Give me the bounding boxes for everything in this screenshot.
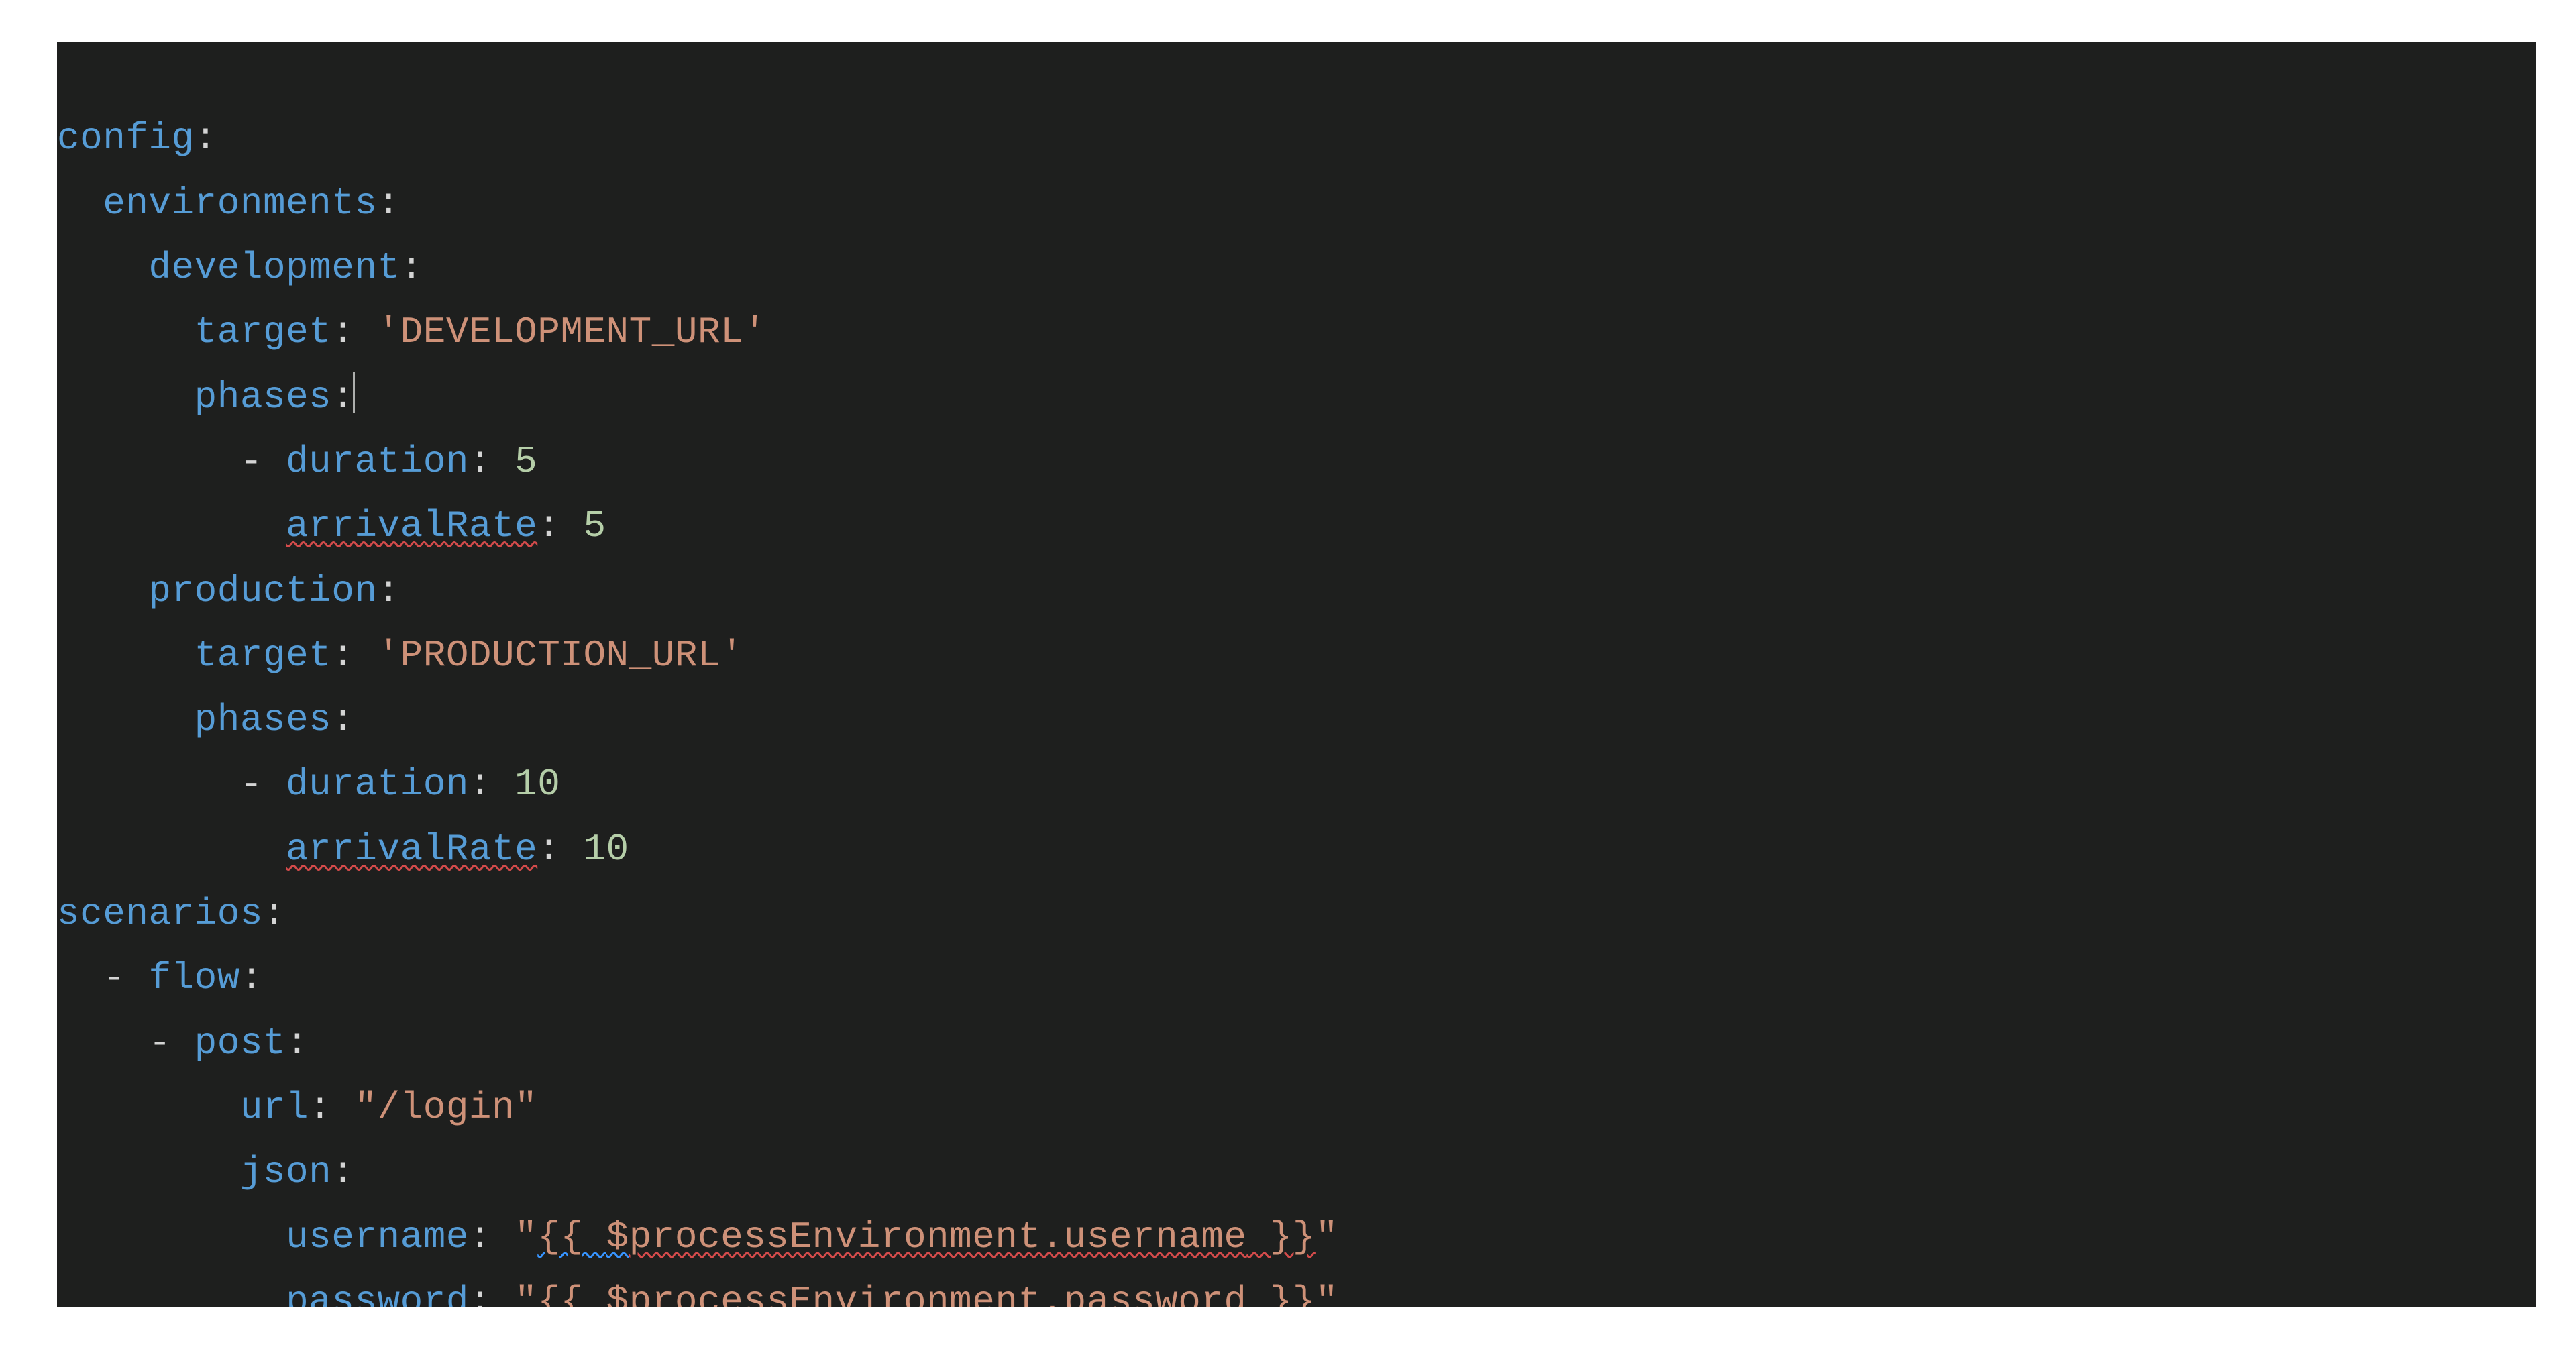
yaml-key: json	[240, 1150, 331, 1193]
yaml-string: 'PRODUCTION_URL'	[378, 634, 744, 677]
yaml-string: $	[606, 1216, 629, 1258]
yaml-key: environments	[103, 182, 377, 225]
yaml-string: "	[1316, 1280, 1338, 1307]
yaml-string: 'DEVELOPMENT_URL'	[378, 311, 767, 354]
yaml-number: 10	[515, 763, 560, 806]
yaml-string: "	[1316, 1216, 1338, 1258]
yaml-string: "	[515, 1216, 537, 1258]
yaml-key: flow	[148, 957, 239, 1000]
yaml-number: 10	[583, 828, 629, 871]
yaml-key: phases	[195, 698, 332, 741]
yaml-key: username	[286, 1216, 469, 1258]
yaml-key: scenarios	[57, 892, 263, 935]
yaml-string: {{	[537, 1216, 606, 1258]
yaml-string: processEnvironment.username	[629, 1216, 1247, 1258]
text-cursor	[353, 372, 355, 413]
yaml-key: config	[57, 117, 195, 160]
yaml-key: post	[195, 1022, 286, 1065]
yaml-string: }}	[1247, 1216, 1316, 1258]
code-block: config: environments: development: targe…	[57, 106, 2536, 1307]
yaml-string: processEnvironment.password	[629, 1280, 1247, 1307]
yaml-key: duration	[286, 440, 469, 483]
yaml-key: arrivalRate	[286, 504, 537, 547]
yaml-key: arrivalRate	[286, 828, 537, 871]
yaml-string: {{	[537, 1280, 606, 1307]
yaml-key: phases	[195, 376, 332, 419]
yaml-string: "	[515, 1280, 537, 1307]
yaml-key: target	[195, 311, 332, 354]
yaml-string: $	[606, 1280, 629, 1307]
yaml-string: }}	[1247, 1280, 1316, 1307]
yaml-key: duration	[286, 763, 469, 806]
yaml-key: password	[286, 1280, 469, 1307]
yaml-key: url	[240, 1086, 309, 1129]
yaml-number: 5	[515, 440, 537, 483]
code-editor[interactable]: config: environments: development: targe…	[57, 42, 2536, 1307]
yaml-key: development	[148, 246, 400, 289]
yaml-string: "/login"	[354, 1086, 537, 1129]
yaml-number: 5	[583, 504, 606, 547]
yaml-key: target	[195, 634, 332, 677]
yaml-key: production	[148, 570, 377, 612]
